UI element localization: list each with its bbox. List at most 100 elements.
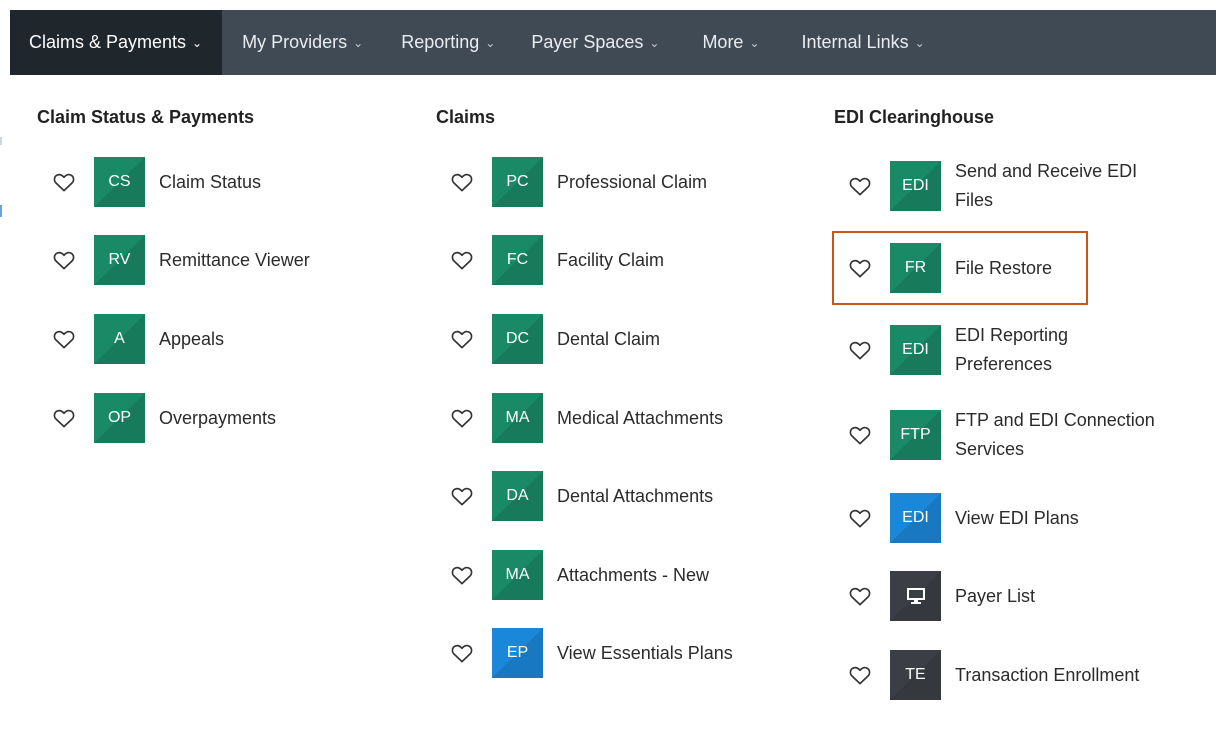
heart-icon[interactable] (450, 641, 474, 665)
menu-item-professional-claim[interactable]: PC Professional Claim (450, 157, 707, 207)
nav-label: My Providers (242, 32, 348, 52)
nav-reporting[interactable]: Reporting ⌄ (387, 10, 517, 75)
nav-more[interactable]: More ⌄ (683, 10, 787, 75)
menu-item-overpayments[interactable]: OP Overpayments (52, 393, 276, 443)
chevron-down-icon: ⌄ (353, 35, 364, 50)
heart-icon[interactable] (450, 170, 474, 194)
nav-label: More (702, 32, 744, 52)
heart-icon[interactable] (450, 327, 474, 351)
nav-label: Payer Spaces (531, 32, 644, 52)
menu-item-label: Payer List (955, 585, 1036, 606)
heart-icon[interactable] (848, 584, 872, 608)
heart-icon[interactable] (848, 256, 872, 280)
chevron-down-icon: ⌄ (749, 35, 760, 50)
badge-rv: RV (94, 235, 145, 285)
heart-icon[interactable] (52, 406, 76, 430)
column-title-edi-clearinghouse: EDI Clearinghouse (834, 107, 995, 127)
nav-payer-spaces[interactable]: Payer Spaces ⌄ (517, 10, 683, 75)
menu-item-label: File Restore (955, 257, 1053, 278)
column-title-claim-status-payments: Claim Status & Payments (37, 107, 255, 127)
heart-icon[interactable] (450, 406, 474, 430)
label-line: Services (955, 439, 1025, 459)
menu-item-send-receive-edi-files[interactable]: EDI Send and Receive EDI Files (848, 161, 1137, 211)
label-line: Files (955, 190, 994, 210)
top-nav: Claims & Payments ⌄ My Providers ⌄ Repor… (10, 10, 1216, 75)
badge-edi: EDI (890, 493, 941, 543)
heart-icon[interactable] (848, 338, 872, 362)
nav-internal-links[interactable]: Internal Links ⌄ (788, 10, 945, 75)
menu-item-file-restore[interactable]: FR File Restore (848, 243, 1052, 293)
menu-item-dental-claim[interactable]: DC Dental Claim (450, 314, 660, 364)
menu-item-view-essentials-plans[interactable]: EP View Essentials Plans (450, 628, 733, 678)
menu-item-label: Remittance Viewer (159, 249, 310, 270)
menu-item-label: Send and Receive EDI Files (955, 157, 1137, 215)
menu-item-label: Overpayments (159, 407, 277, 428)
chevron-down-icon: ⌄ (649, 35, 660, 50)
badge-fr: FR (890, 243, 941, 293)
badge-edi: EDI (890, 161, 941, 211)
heart-icon[interactable] (450, 248, 474, 272)
menu-item-label: EDI Reporting Preferences (955, 321, 1068, 379)
menu-item-facility-claim[interactable]: FC Facility Claim (450, 235, 664, 285)
column-title-claims: Claims (436, 107, 496, 127)
edge-mark (0, 205, 2, 217)
heart-icon[interactable] (450, 563, 474, 587)
badge-op: OP (94, 393, 145, 443)
menu-item-label: Attachments - New (557, 564, 710, 585)
menu-item-label: FTP and EDI Connection Services (955, 406, 1155, 464)
menu-item-edi-reporting-preferences[interactable]: EDI EDI Reporting Preferences (848, 325, 1068, 375)
nav-claims-payments[interactable]: Claims & Payments ⌄ (10, 10, 223, 75)
badge-da: DA (492, 471, 543, 521)
heart-icon[interactable] (450, 484, 474, 508)
menu-item-claim-status[interactable]: CS Claim Status (52, 157, 261, 207)
badge-fc: FC (492, 235, 543, 285)
menu-item-label: Dental Attachments (557, 485, 714, 506)
badge-ma: MA (492, 550, 543, 600)
menu-item-view-edi-plans[interactable]: EDI View EDI Plans (848, 493, 1079, 543)
badge-ftp: FTP (890, 410, 941, 460)
heart-icon[interactable] (848, 423, 872, 447)
menu-item-transaction-enrollment[interactable]: TE Transaction Enrollment (848, 650, 1139, 700)
menu-item-label: Medical Attachments (557, 407, 724, 428)
chevron-down-icon: ⌄ (192, 35, 203, 50)
menu-item-ftp-edi-connection-services[interactable]: FTP FTP and EDI Connection Services (848, 410, 1155, 460)
menu-item-dental-attachments[interactable]: DA Dental Attachments (450, 471, 713, 521)
label-line: Preferences (955, 354, 1053, 374)
menu-item-remittance-viewer[interactable]: RV Remittance Viewer (52, 235, 310, 285)
menu-item-label: View EDI Plans (955, 507, 1079, 528)
heart-icon[interactable] (848, 506, 872, 530)
badge-ep: EP (492, 628, 543, 678)
menu-item-medical-attachments[interactable]: MA Medical Attachments (450, 393, 723, 443)
menu-item-label: View Essentials Plans (557, 642, 733, 663)
monitor-icon (890, 571, 941, 621)
nav-label: Reporting (401, 32, 480, 52)
menu-item-label: Facility Claim (557, 249, 665, 270)
nav-label: Claims & Payments (29, 32, 187, 52)
heart-icon[interactable] (52, 327, 76, 351)
nav-my-providers[interactable]: My Providers ⌄ (222, 10, 387, 75)
badge-ma: MA (492, 393, 543, 443)
menu-item-label: Dental Claim (557, 328, 661, 349)
menu-item-attachments-new[interactable]: MA Attachments - New (450, 550, 709, 600)
badge-cs: CS (94, 157, 145, 207)
label-line: FTP and EDI Connection (955, 410, 1155, 430)
menu-item-label: Professional Claim (557, 171, 708, 192)
heart-icon[interactable] (52, 170, 76, 194)
heart-icon[interactable] (848, 663, 872, 687)
heart-icon[interactable] (848, 174, 872, 198)
badge-dc: DC (492, 314, 543, 364)
badge-a: A (94, 314, 145, 364)
chevron-down-icon: ⌄ (485, 35, 496, 50)
edge-mark (0, 137, 2, 145)
label-line: Send and Receive EDI (955, 161, 1138, 181)
menu-item-appeals[interactable]: A Appeals (52, 314, 224, 364)
chevron-down-icon: ⌄ (914, 35, 925, 50)
menu-item-label: Appeals (159, 328, 225, 349)
menu-item-label: Transaction Enrollment (955, 664, 1140, 685)
badge-te: TE (890, 650, 941, 700)
badge-edi: EDI (890, 325, 941, 375)
menu-item-label: Claim Status (159, 171, 262, 192)
heart-icon[interactable] (52, 248, 76, 272)
menu-item-payer-list[interactable]: Payer List (848, 571, 1035, 621)
badge-pc: PC (492, 157, 543, 207)
